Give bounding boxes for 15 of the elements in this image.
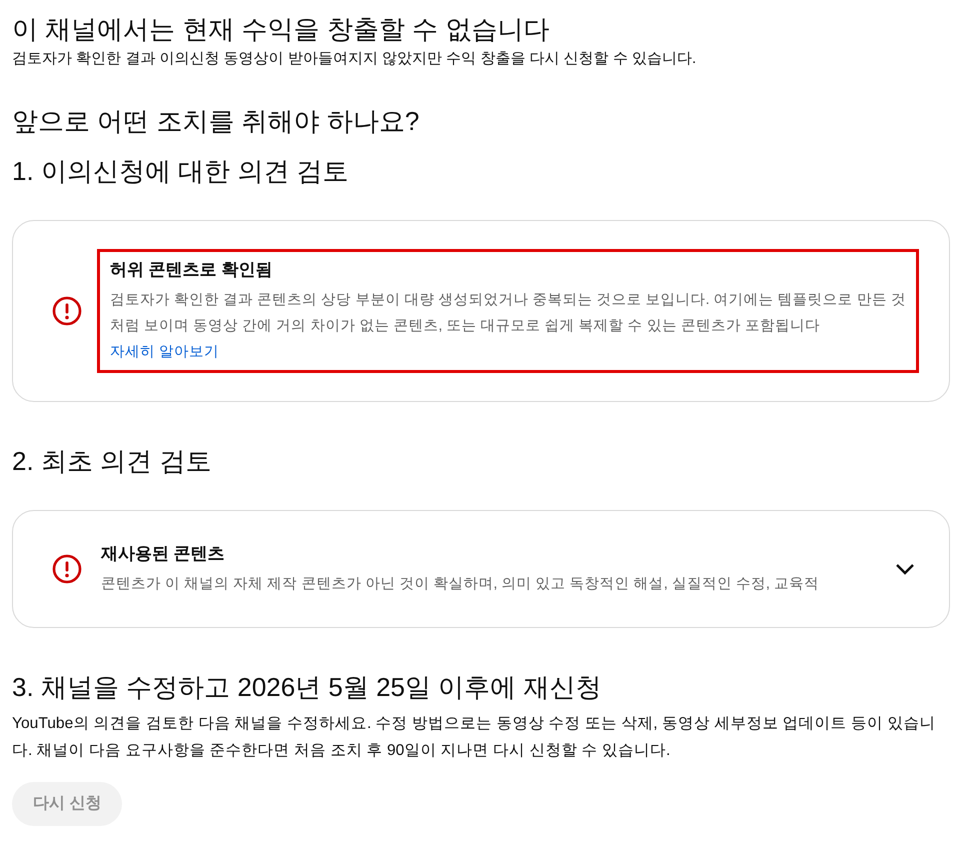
section-heading: 앞으로 어떤 조치를 취해야 하나요?	[12, 105, 420, 138]
chevron-down-icon	[895, 563, 915, 575]
page-subtitle: 검토자가 확인한 결과 이의신청 동영상이 받아들여지지 않았지만 수익 창출을 다시 신청할 수 있습니다.	[12, 49, 698, 69]
instructions-text: YouTube의 의견을 검토한 다음 채널을 수정하세요. 수정 방법으로는 동영상 수정 또는 삭제, 동영상 세부정보 업데이트 등이 있습니다. 채널이 다음 요구사항을 준수한다면 처음 조치 후 90일이 지나면 다시 신청할 수 있습니다.	[12, 714, 936, 761]
step-heading: 1. 이의신청에 대한 의견 검토	[12, 155, 350, 188]
page-title: 이 채널에서는 현재 수익을 창출할 수 없습니다	[12, 13, 550, 46]
card-title: 재사용된 콘텐츠	[101, 543, 226, 565]
card-body: 콘텐츠가 이 채널의 자체 제작 콘텐츠가 아닌 것이 확실하며, 의미 있고 독창적인 해설, 실질적인 수정, 교육적	[101, 575, 820, 594]
warning-icon	[51, 553, 83, 585]
learn-more-link[interactable]: 자세히 알아보기	[110, 344, 220, 360]
step-heading: 3. 채널을 수정하고 2026년 5월 25일 이후에 재신청	[12, 671, 602, 704]
card-title: 허위 콘텐츠로 확인됨	[110, 259, 274, 281]
step-heading: 2. 최초 의견 검토	[12, 445, 212, 478]
card-body: 검토자가 확인한 결과 콘텐츠의 상당 부분이 대량 생성되었거나 중복되는 것으로 보입니다. 여기에는 템플릿으로 만든 것처럼 보이며 동영상 간에 거의 차이가 없는 콘텐츠, 또는 대규모로 쉽게 복제할 수 있는 콘텐츠가 포함됩니다 자세히 알아보기	[110, 291, 906, 362]
warning-icon	[51, 295, 83, 327]
